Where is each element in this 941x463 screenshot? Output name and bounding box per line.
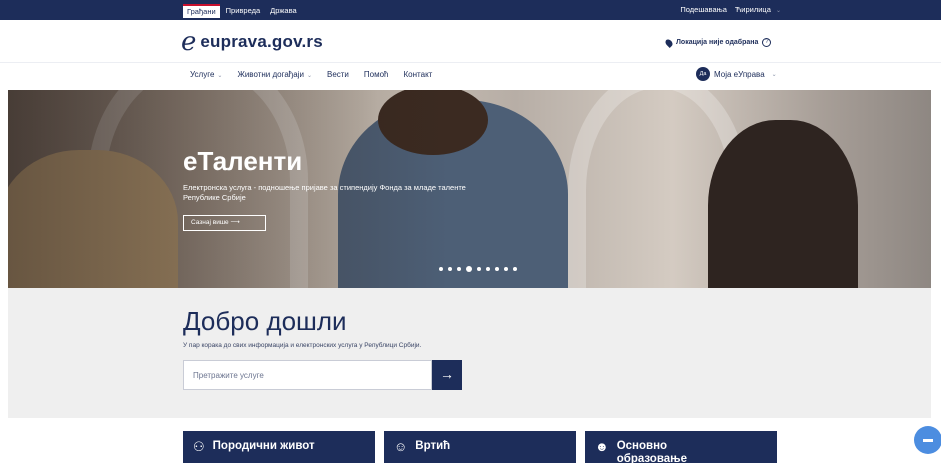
nav-label: Услуге bbox=[190, 70, 215, 79]
account-label: Моја еУправа bbox=[714, 69, 765, 79]
family-icon: ⚇ bbox=[193, 439, 205, 454]
chat-button[interactable]: ▬ bbox=[914, 426, 941, 454]
chevron-down-icon: ⌄ bbox=[771, 71, 777, 78]
carousel-dot[interactable] bbox=[495, 267, 499, 271]
card-kindergarten[interactable]: ☺ Вртић bbox=[384, 431, 576, 463]
category-cards: ⚇ Породични живот ☺ Вртић ☻ Основно обра… bbox=[183, 431, 777, 463]
help-icon[interactable]: ? bbox=[762, 38, 772, 47]
top-utilities: Подешавања Ћирилица ⌄ bbox=[680, 4, 781, 17]
location-pin-icon bbox=[664, 37, 674, 48]
carousel-dot[interactable] bbox=[439, 267, 443, 271]
chevron-down-icon: ⌄ bbox=[775, 8, 781, 14]
learn-more-label: Сазнај више bbox=[191, 219, 229, 226]
nav-item-life-events[interactable]: Животни догађаји ⌄ bbox=[237, 70, 312, 79]
main-nav: Услуге ⌄ Животни догађаји ⌄ Вести Помоћ Ко… bbox=[0, 62, 941, 88]
kindergarten-icon: ☺ bbox=[394, 439, 408, 454]
card-primary-education[interactable]: ☻ Основно образовање bbox=[585, 431, 777, 463]
nav-label: Животни догађаји bbox=[237, 70, 304, 79]
tab-government[interactable]: Држава bbox=[266, 4, 301, 18]
carousel-dot[interactable] bbox=[477, 267, 481, 271]
language-select[interactable]: Ћирилица ⌄ bbox=[735, 4, 781, 17]
welcome-title: Добро дошли bbox=[183, 306, 347, 336]
carousel-dot[interactable] bbox=[486, 267, 490, 271]
nav-item-services[interactable]: Услуге ⌄ bbox=[190, 70, 222, 79]
tab-business[interactable]: Привреда bbox=[222, 4, 264, 18]
nav-item-news[interactable]: Вести bbox=[327, 70, 349, 79]
chevron-down-icon: ⌄ bbox=[217, 73, 223, 79]
arrow-right-icon: ⟶ bbox=[230, 219, 240, 226]
settings-link[interactable]: Подешавања bbox=[680, 4, 726, 17]
hero-title: еТаленти bbox=[183, 146, 303, 176]
account-menu[interactable]: Да Моја еУправа ⌄ bbox=[696, 67, 777, 81]
chat-icon: ▬ bbox=[923, 434, 933, 445]
carousel-dot[interactable] bbox=[504, 267, 508, 271]
location-label: Локација није одабрана bbox=[676, 39, 759, 46]
carousel-dot[interactable] bbox=[448, 267, 452, 271]
welcome-subtitle: У пар корака до свих информација и елект… bbox=[183, 342, 422, 349]
carousel-dots bbox=[439, 266, 517, 272]
search-submit-button[interactable]: → bbox=[432, 360, 462, 390]
card-family-life[interactable]: ⚇ Породични живот bbox=[183, 431, 375, 463]
site-header: ℯ euprava.gov.rs Локација није одабрана … bbox=[0, 20, 941, 62]
student-icon: ☻ bbox=[595, 439, 609, 454]
location-selector[interactable]: Локација није одабрана ? bbox=[664, 37, 772, 48]
card-label: Основно образовање bbox=[616, 440, 687, 463]
search-input[interactable] bbox=[183, 360, 432, 390]
welcome-section: Добро дошли У пар корака до свих информа… bbox=[8, 288, 931, 418]
service-search: → bbox=[183, 360, 462, 390]
nav-item-help[interactable]: Помоћ bbox=[364, 70, 389, 79]
avatar: Да bbox=[696, 67, 710, 81]
nav-items: Услуге ⌄ Животни догађаји ⌄ Вести Помоћ Ко… bbox=[190, 70, 432, 79]
hero-banner: еТаленти Електронска услуга - подношење … bbox=[8, 90, 931, 288]
site-logo[interactable]: ℯ euprava.gov.rs bbox=[181, 27, 323, 57]
hero-subtitle: Електронска услуга - подношење пријаве з… bbox=[183, 183, 466, 202]
learn-more-button[interactable]: Сазнај више ⟶ bbox=[183, 215, 266, 231]
tab-citizens[interactable]: Грађани bbox=[183, 4, 220, 18]
arrow-right-icon: → bbox=[440, 366, 454, 382]
language-label: Ћирилица bbox=[734, 5, 771, 14]
hero-person-right bbox=[708, 120, 858, 288]
carousel-dot[interactable] bbox=[457, 267, 461, 271]
logo-text: euprava.gov.rs bbox=[200, 32, 323, 51]
card-label: Породични живот bbox=[212, 440, 315, 452]
top-bar: Грађани Привреда Држава Подешавања Ћирил… bbox=[0, 0, 941, 20]
card-label: Вртић bbox=[415, 440, 451, 452]
carousel-dot[interactable] bbox=[466, 266, 472, 272]
nav-item-contact[interactable]: Контакт bbox=[404, 70, 433, 79]
chevron-down-icon: ⌄ bbox=[306, 73, 312, 79]
carousel-dot[interactable] bbox=[513, 267, 517, 271]
euprava-logo-icon: ℯ bbox=[181, 27, 197, 57]
audience-tabs: Грађани Привреда Држава bbox=[183, 4, 301, 18]
